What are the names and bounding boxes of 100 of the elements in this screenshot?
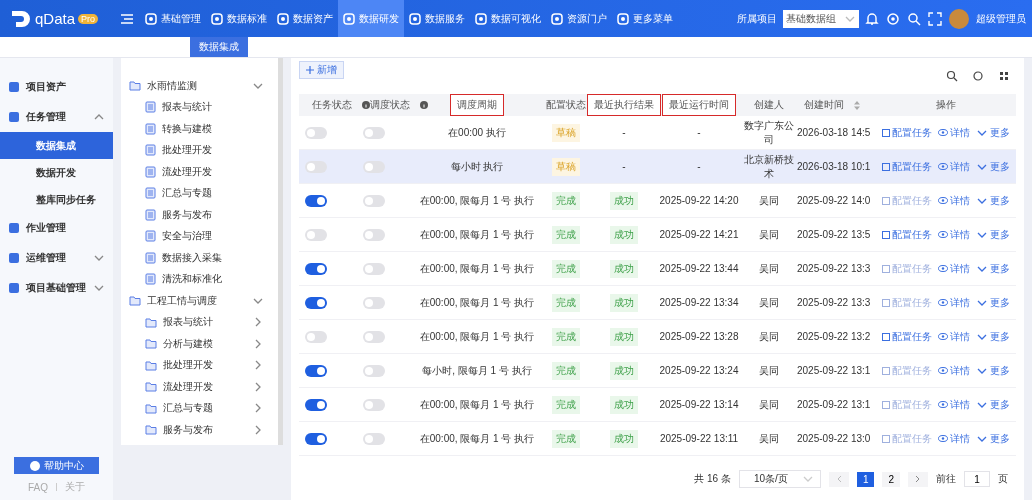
table-cell: 吴同 <box>759 431 779 446</box>
configure-link[interactable]: 配置任务 <box>881 125 932 140</box>
more-link[interactable]: 更多 <box>975 295 1010 310</box>
tree-item[interactable]: 流处理开发 <box>129 376 272 398</box>
details-link[interactable]: 详情 <box>937 125 970 140</box>
toggle-switch[interactable] <box>305 398 327 411</box>
nav-item[interactable]: 基础管理 <box>140 0 206 37</box>
sidebar-item[interactable]: 任务管理 <box>0 102 113 132</box>
module-icon <box>211 12 223 25</box>
page-size-select[interactable]: 10条/页 <box>738 470 821 488</box>
page-button[interactable]: 2 <box>882 471 900 487</box>
details-link[interactable]: 详情 <box>937 431 970 446</box>
toggle-switch[interactable] <box>363 364 385 377</box>
toggle-switch[interactable] <box>305 364 327 377</box>
table-cell: 吴同 <box>759 227 779 242</box>
tree-item[interactable]: 批处理开发 <box>129 139 272 161</box>
status-tag: 草稿 <box>552 157 580 176</box>
sidebar-item[interactable]: 项目资产 <box>0 72 113 102</box>
toggle-switch[interactable] <box>363 330 385 343</box>
sidebar-subitem[interactable]: 整库同步任务 <box>0 186 113 213</box>
previous-page-button[interactable] <box>828 471 849 487</box>
more-link[interactable]: 更多 <box>975 193 1010 208</box>
nav-item[interactable]: 数据研发 <box>338 0 404 37</box>
toggle-switch[interactable] <box>363 432 385 445</box>
toggle-switch[interactable] <box>305 262 327 275</box>
next-page-button[interactable] <box>908 471 928 487</box>
details-link[interactable]: 详情 <box>937 261 970 276</box>
tree-item[interactable]: 服务与发布 <box>129 204 272 226</box>
more-link[interactable]: 更多 <box>975 261 1010 276</box>
more-link[interactable]: 更多 <box>975 125 1010 140</box>
toggle-switch[interactable] <box>305 432 327 445</box>
nav-item[interactable]: 更多菜单 <box>612 0 678 37</box>
table-cell: 2025-09-22 13:1 <box>797 399 871 410</box>
tree-item[interactable]: 汇总与专题 <box>129 397 272 419</box>
toggle-switch[interactable] <box>363 126 385 139</box>
tree-item[interactable]: 批处理开发 <box>129 354 272 376</box>
nav-item[interactable]: 资源门户 <box>546 0 612 37</box>
toggle-switch[interactable] <box>363 398 385 411</box>
details-link[interactable]: 详情 <box>937 397 970 412</box>
project-label: 所属项目 <box>737 11 777 26</box>
more-link[interactable]: 更多 <box>975 397 1010 412</box>
more-link[interactable]: 更多 <box>975 329 1010 344</box>
configure-link[interactable]: 配置任务 <box>881 159 932 174</box>
tree-item[interactable]: 报表与统计 <box>129 311 272 333</box>
toggle-switch[interactable] <box>305 160 327 173</box>
details-link[interactable]: 详情 <box>937 159 970 174</box>
details-link[interactable]: 详情 <box>937 363 970 378</box>
tree-item[interactable]: 服务与发布 <box>129 419 272 441</box>
page-button[interactable]: 1 <box>856 471 875 487</box>
toggle-switch[interactable] <box>363 194 385 207</box>
sidebar-subitem[interactable]: 数据集成 <box>0 132 113 159</box>
tab[interactable]: 数据集成 <box>190 37 248 57</box>
toggle-switch[interactable] <box>305 126 327 139</box>
table-cell: 2025-09-22 13:28 <box>659 331 739 342</box>
nav-item[interactable]: 数据服务 <box>404 0 470 37</box>
tree-item[interactable]: 工程工情与调度 <box>129 290 272 312</box>
tree-item[interactable]: 水雨情监测 <box>129 75 272 97</box>
column-header: 创建人 <box>753 98 785 112</box>
tree-item[interactable]: 汇总与专题 <box>129 182 272 204</box>
add-button[interactable]: 新增 <box>299 61 344 79</box>
project-select[interactable]: 基础数据组 <box>783 9 859 28</box>
toggle-switch[interactable] <box>305 296 327 309</box>
toggle-switch[interactable] <box>363 228 385 241</box>
tree-item[interactable]: 安全与治理 <box>129 225 272 247</box>
sidebar-item[interactable]: 项目基础管理 <box>0 273 113 303</box>
sidebar-item[interactable]: 作业管理 <box>0 213 113 243</box>
details-link[interactable]: 详情 <box>937 295 970 310</box>
tree-item[interactable]: 流处理开发 <box>129 161 272 183</box>
more-link[interactable]: 更多 <box>975 363 1010 378</box>
more-link[interactable]: 更多 <box>975 431 1010 446</box>
nav-item[interactable]: 数据资产 <box>272 0 338 37</box>
nav-item[interactable]: 数据标准 <box>206 0 272 37</box>
tree-item[interactable]: 转换与建模 <box>129 118 272 140</box>
details-link[interactable]: 详情 <box>937 227 970 242</box>
document-icon <box>145 165 156 178</box>
sidebar-subitem[interactable]: 数据开发 <box>0 159 113 186</box>
tree-item[interactable]: 分析与建模 <box>129 333 272 355</box>
more-link[interactable]: 更多 <box>975 227 1010 242</box>
nav-item[interactable]: 数据可视化 <box>470 0 546 37</box>
toggle-switch[interactable] <box>363 262 385 275</box>
avatar[interactable] <box>949 8 969 29</box>
toggle-switch[interactable] <box>305 330 327 343</box>
sidebar-item[interactable]: 运维管理 <box>0 243 113 273</box>
table-row[interactable]: 在00:00, 限每月 1 号 执行 完成 成功 2025-09-22 14:21 吴同 2025-09-22 13:5 配置任务 详情 更多 <box>299 218 1016 252</box>
more-link[interactable]: 更多 <box>975 159 1010 174</box>
user-name[interactable]: 超级管理员 <box>976 11 1026 26</box>
help-button[interactable]: 帮助中心 <box>14 457 99 474</box>
toggle-switch[interactable] <box>305 228 327 241</box>
toggle-switch[interactable] <box>305 194 327 207</box>
configure-link[interactable]: 配置任务 <box>881 329 932 344</box>
page-input[interactable]: 1 <box>964 471 990 487</box>
tree-item[interactable]: 数据接入采集 <box>129 247 272 269</box>
toggle-switch[interactable] <box>363 160 385 173</box>
configure-link[interactable]: 配置任务 <box>881 227 932 242</box>
details-link[interactable]: 详情 <box>937 193 970 208</box>
tree-item[interactable]: 清洗和标准化 <box>129 268 272 290</box>
details-link[interactable]: 详情 <box>937 329 970 344</box>
table-row[interactable]: 在00:00, 限每月 1 号 执行 完成 成功 2025-09-22 13:28 吴同 2025-09-22 13:2 配置任务 详情 更多 <box>299 320 1016 354</box>
tree-item[interactable]: 报表与统计 <box>129 96 272 118</box>
toggle-switch[interactable] <box>363 296 385 309</box>
